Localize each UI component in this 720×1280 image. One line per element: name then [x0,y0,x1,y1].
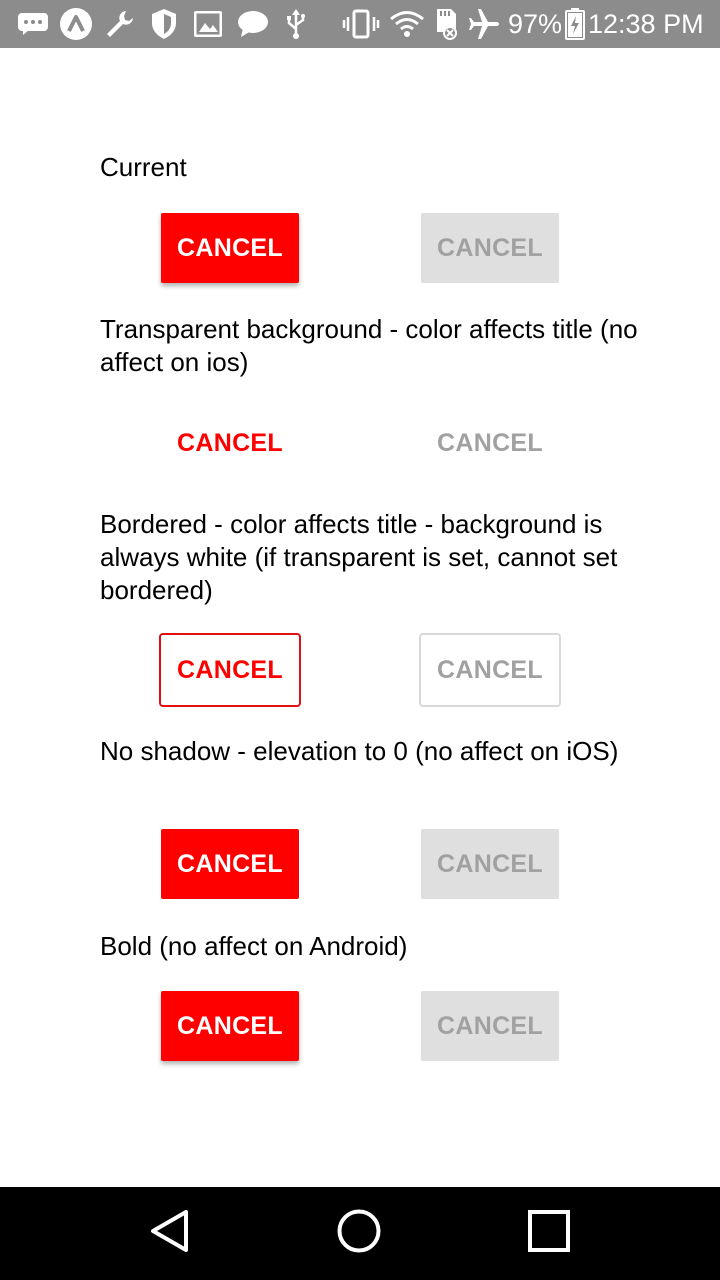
back-button[interactable] [110,1187,230,1280]
image-icon [192,8,224,40]
section-label-bordered: Bordered - color affects title - backgro… [100,509,618,605]
wifi-icon [388,8,426,40]
section-label-no-shadow: No shadow - elevation to 0 (no affect on… [100,736,619,766]
cancel-button-bordered-disabled[interactable]: CANCEL [419,633,561,707]
cancel-button-current-disabled[interactable]: CANCEL [421,213,559,283]
cancel-button-no-shadow[interactable]: CANCEL [161,829,299,899]
main-content: Current CANCEL CANCEL Transparent backgr… [0,48,720,1187]
back-icon [148,1208,192,1259]
battery-charging-icon [564,8,586,40]
recents-icon [527,1209,571,1258]
messages-icon [16,8,50,40]
cancel-button-bordered[interactable]: CANCEL [159,633,301,707]
cancel-button-current[interactable]: CANCEL [161,213,299,283]
cancel-button-transparent-disabled[interactable]: CANCEL [421,408,559,478]
home-button[interactable] [299,1187,419,1280]
cancel-button-no-shadow-disabled[interactable]: CANCEL [421,829,559,899]
airplane-mode-icon [466,8,502,40]
wrench-icon [102,8,138,40]
battery-percent: 97% [508,9,563,39]
cancel-button-bold[interactable]: CANCEL [161,991,299,1061]
vibrate-icon [342,8,380,40]
usb-icon [284,8,308,40]
navigation-bar [0,1187,720,1280]
app-icon [58,8,94,40]
shield-icon [148,8,180,40]
sd-card-icon [432,8,460,40]
status-bar: 97% 12:38 PM [0,0,720,48]
home-icon [336,1208,382,1259]
cancel-button-transparent[interactable]: CANCEL [161,408,299,478]
section-label-current: Current [100,152,187,182]
chat-icon [236,8,270,40]
cancel-button-bold-disabled[interactable]: CANCEL [421,991,559,1061]
section-label-transparent: Transparent background - color affects t… [100,314,638,377]
recents-button[interactable] [489,1187,609,1280]
clock: 12:38 PM [588,9,704,39]
section-label-bold: Bold (no affect on Android) [100,931,408,961]
